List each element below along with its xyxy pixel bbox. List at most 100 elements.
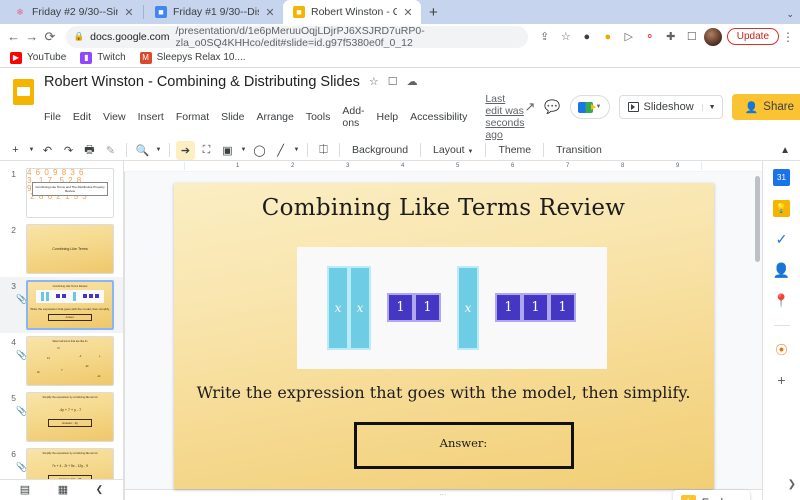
add-ons-plus-icon[interactable]: + [777,372,785,388]
comment-clip-icon[interactable]: 📎 [16,392,27,417]
browser-tab-1[interactable]: ❄ Friday #2 9/30--Simplifying Ex ✕ [4,0,142,24]
menu-tools[interactable]: Tools [306,111,331,123]
share-icon[interactable]: ⇪ [536,28,554,46]
theme-button[interactable]: Theme [492,144,537,156]
profile-avatar[interactable] [703,27,722,46]
honey-icon[interactable]: ● [599,28,617,46]
menu-view[interactable]: View [103,111,126,123]
select-icon[interactable]: ➔ [176,140,195,160]
star-icon[interactable]: ☆ [369,75,379,88]
new-tab-button[interactable]: + [421,4,446,24]
move-to-folder-icon[interactable]: ☐ [388,75,398,88]
comment-clip-icon[interactable]: 📎 [16,448,27,473]
chevron-down-icon[interactable]: ▼ [292,147,301,153]
collapse-panel-icon[interactable]: ❮ [96,484,104,495]
meet-button[interactable]: ▼ [569,95,610,119]
menu-add-ons[interactable]: Add-ons [342,105,364,129]
shape-icon[interactable]: ◯ [250,141,269,160]
algebra-tiles-model[interactable]: x x 1 1 x 1 1 1 [296,246,607,369]
expand-panel-icon[interactable]: ❯ [788,479,796,490]
keep-icon[interactable]: 💡 [773,199,790,217]
slide-title[interactable]: Combining Like Terms Review [174,183,714,221]
close-icon[interactable]: ✕ [265,6,275,19]
opera-icon[interactable]: ⚬ [641,28,659,46]
menu-file[interactable]: File [44,111,61,123]
slides-logo-icon[interactable] [10,76,36,108]
layout-button[interactable]: Layout ▼ [427,144,479,156]
sidepanel-icon[interactable]: ☐ [683,28,701,46]
line-icon[interactable]: ╱ [271,141,290,160]
image-icon[interactable]: ▣ [218,141,237,160]
list-item[interactable]: 2 Combining Like Terms [0,221,123,277]
chevron-down-icon[interactable]: ▼ [154,147,163,153]
explore-button[interactable]: ✦ Explore [672,489,750,500]
bookmark-youtube[interactable]: ▶ YouTube [10,51,66,64]
browser-tab-3-active[interactable]: ■ Robert Winston - Combining & ✕ [283,0,421,24]
tasks-icon[interactable]: ✓ [773,231,790,248]
cloud-status-icon[interactable]: ☁ [407,75,418,88]
grid-view-icon[interactable]: ▦ [58,483,68,496]
browser-menu-icon[interactable]: ⋮ [782,30,794,44]
slide-canvas[interactable]: Combining Like Terms Review x x 1 1 x 1 … [124,171,762,489]
vertical-scrollbar[interactable] [755,175,760,262]
slide-prompt-text[interactable]: Write the expression that goes with the … [174,383,714,402]
slide-thumbnail[interactable]: Select all terms that are like 4x 7x -4 x… [26,335,114,386]
list-item[interactable]: 1 4 6 0 9 8 3 63 1 7 5 2 89 2 4 1 7 8 2 … [0,165,123,221]
forward-icon[interactable]: → [24,27,39,47]
zoom-icon[interactable]: 🔍 [133,141,152,160]
activity-chart-icon[interactable]: ↗ [524,99,535,115]
textbox-icon[interactable]: ⛶ [197,141,216,160]
background-button[interactable]: Background [346,144,414,156]
chevron-up-icon[interactable]: ▲ [780,145,794,156]
puzzle-icon[interactable]: ✚ [662,28,680,46]
slide-thumbnail[interactable]: 4 6 0 9 8 3 63 1 7 5 2 89 2 4 1 7 8 2 2 … [26,167,114,218]
page-title[interactable]: Robert Winston - Combining & Distributin… [44,74,360,90]
list-item[interactable]: 3 📎 Combining Like Terms Review Write th… [0,276,123,333]
filmstrip-view-icon[interactable]: ▤ [20,483,30,496]
menu-arrange[interactable]: Arrange [256,111,293,123]
contacts-icon[interactable]: 👤 [773,262,790,279]
comment-clip-icon[interactable]: 📎 [16,336,27,361]
slide-thumbnail[interactable]: Combining Like Terms [26,223,114,274]
redo-icon[interactable]: ↷ [59,141,78,160]
list-item[interactable]: 6 📎 Simplify the expression by combining… [0,445,123,479]
maps-icon[interactable]: 📍 [773,293,790,310]
ruler-track[interactable]: 1 2 3 4 5 6 7 8 9 [128,160,762,171]
comment-add-icon[interactable]: ⎅ [314,141,333,160]
calendar-icon[interactable]: 31 [773,168,790,186]
active-slide[interactable]: Combining Like Terms Review x x 1 1 x 1 … [173,182,714,489]
address-bar[interactable]: 🔒 docs.google.com/presentation/d/1e6pMer… [65,25,528,48]
extension-badge-icon[interactable]: ● [578,28,596,46]
list-item[interactable]: 4 📎 Select all terms that are like 4x 7x… [0,333,123,389]
notes-resize-handle[interactable]: … [124,488,762,497]
menu-insert[interactable]: Insert [138,111,164,123]
update-button[interactable]: Update [726,28,780,45]
bookmark-sleepys[interactable]: M Sleepys Relax 10.... [139,51,246,64]
menu-help[interactable]: Help [377,111,399,123]
browser-tab-2[interactable]: ■ Friday #1 9/30--Distributing & ✕ [145,0,283,24]
menu-slide[interactable]: Slide [221,111,244,123]
chevron-down-icon[interactable]: ▼ [27,147,36,153]
slideshow-button[interactable]: Slideshow ▼ [618,95,723,119]
reload-icon[interactable]: ⟳ [42,27,57,47]
bookmark-twitch[interactable]: ▮ Twitch [80,51,126,64]
slide-thumbnail-current[interactable]: Combining Like Terms Review Write the ex… [26,279,114,330]
last-edit-status[interactable]: Last edit was seconds ago [485,93,524,141]
menu-accessibility[interactable]: Accessibility [410,111,467,123]
bookmark-star-icon[interactable]: ☆ [557,28,575,46]
speaker-notes-panel[interactable]: Click to add speaker notes ✦ Explore [124,489,762,500]
share-button[interactable]: 👤 Share [731,94,800,120]
list-item[interactable]: 5 📎 Simplify the expression by combining… [0,389,123,445]
close-icon[interactable]: ✕ [403,6,413,19]
transition-button[interactable]: Transition [550,144,608,156]
slide-thumbnail[interactable]: Simplify the expression by combining lik… [26,391,114,442]
paint-format-icon[interactable]: ✎ [101,141,120,160]
comment-clip-icon[interactable]: 📎 [16,280,27,305]
undo-icon[interactable]: ↶ [38,141,57,160]
menu-format[interactable]: Format [176,111,209,123]
comment-icon[interactable]: 💬 [544,99,560,115]
tab-search-chevron-icon[interactable]: ⌄ [786,9,794,20]
chevron-down-icon[interactable]: ▼ [239,147,248,153]
print-icon[interactable]: 🖶 [80,141,99,160]
answer-box[interactable]: Answer: [353,421,574,469]
